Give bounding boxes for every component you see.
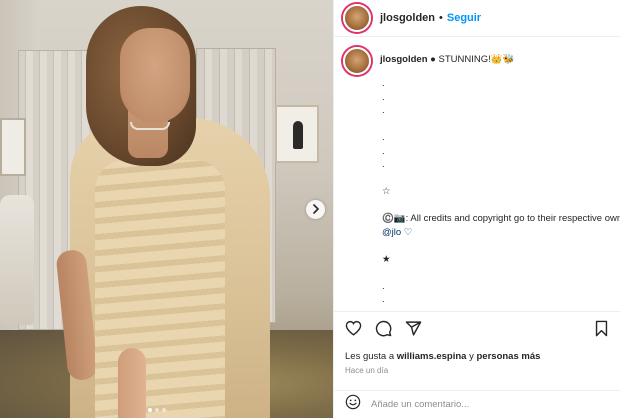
heart-icon xyxy=(345,320,362,341)
caption-line xyxy=(382,199,620,213)
photo-subject xyxy=(120,28,190,123)
carousel-dot xyxy=(148,408,152,412)
caption-line: ☆ xyxy=(382,186,391,197)
share-icon xyxy=(405,320,422,342)
caption-mention[interactable]: @jlo ♡ xyxy=(382,226,620,240)
post-header: jlosgolden • Seguir xyxy=(334,0,620,37)
share-button[interactable] xyxy=(404,320,423,342)
photo-background xyxy=(275,105,319,163)
post-actions-bar xyxy=(334,311,620,349)
caption-line: . xyxy=(382,145,385,157)
post-timestamp[interactable]: Hace un día xyxy=(345,366,388,375)
caption-area: jlosgolden ● STUNNING!👑🐝 . . . . . . ☆ ©… xyxy=(334,37,620,311)
avatar[interactable] xyxy=(343,47,371,75)
caption-line: . xyxy=(382,105,385,116)
carousel-indicator xyxy=(148,408,166,412)
carousel-dot xyxy=(162,408,166,412)
follow-button[interactable]: Seguir xyxy=(447,12,481,24)
comment-icon xyxy=(375,320,392,342)
caption-line: . xyxy=(382,91,385,103)
comment-button[interactable] xyxy=(374,320,393,342)
avatar[interactable] xyxy=(343,4,371,32)
likes-user-link[interactable]: williams.espina xyxy=(397,351,467,362)
comment-input[interactable] xyxy=(371,399,571,410)
caption-line xyxy=(382,118,620,132)
likes-middle: y xyxy=(466,351,477,362)
post-side-panel: jlosgolden • Seguir jlosgolden ● STUNNIN… xyxy=(333,0,620,418)
likes-prefix: Les gusta a xyxy=(345,351,397,362)
photo-background xyxy=(0,195,34,325)
caption-first-line: jlosgolden ● STUNNING!👑🐝 xyxy=(380,53,514,66)
caption-line: ★ xyxy=(382,253,391,265)
header-separator: • xyxy=(439,12,443,24)
photo-subject xyxy=(130,122,170,130)
header-username[interactable]: jlosgolden xyxy=(380,12,435,24)
carousel-dot xyxy=(155,408,159,412)
emoji-button[interactable] xyxy=(345,394,361,415)
caption-body: . . . . . . ☆ ©️📷: All credits and copyr… xyxy=(382,77,620,311)
like-button[interactable] xyxy=(344,320,363,341)
save-button[interactable] xyxy=(592,320,611,342)
photo-subject xyxy=(95,160,225,418)
caption-line: . xyxy=(382,78,385,89)
comment-box xyxy=(334,390,620,418)
photo-background xyxy=(0,118,26,176)
caption-line: . xyxy=(382,132,385,143)
likes-summary: Les gusta a williams.espina y personas m… xyxy=(345,351,540,362)
caption-line: . xyxy=(382,294,385,305)
likes-others-link[interactable]: personas más xyxy=(477,351,541,362)
caption-line xyxy=(382,266,620,280)
caption-username[interactable]: jlosgolden xyxy=(380,54,428,65)
next-photo-button[interactable] xyxy=(306,200,325,219)
smiley-icon xyxy=(345,394,361,414)
photo-subject xyxy=(118,348,146,418)
chevron-right-icon xyxy=(312,201,320,219)
post-photo[interactable] xyxy=(0,0,333,418)
caption-line xyxy=(382,239,620,253)
caption-line: . xyxy=(382,159,385,170)
caption-text: ● STUNNING!👑🐝 xyxy=(430,54,515,65)
caption-line xyxy=(382,172,620,186)
caption-line: . xyxy=(382,280,385,292)
caption-line: ©️📷: All credits and copyright go to the… xyxy=(382,213,620,224)
bookmark-icon xyxy=(594,320,609,342)
